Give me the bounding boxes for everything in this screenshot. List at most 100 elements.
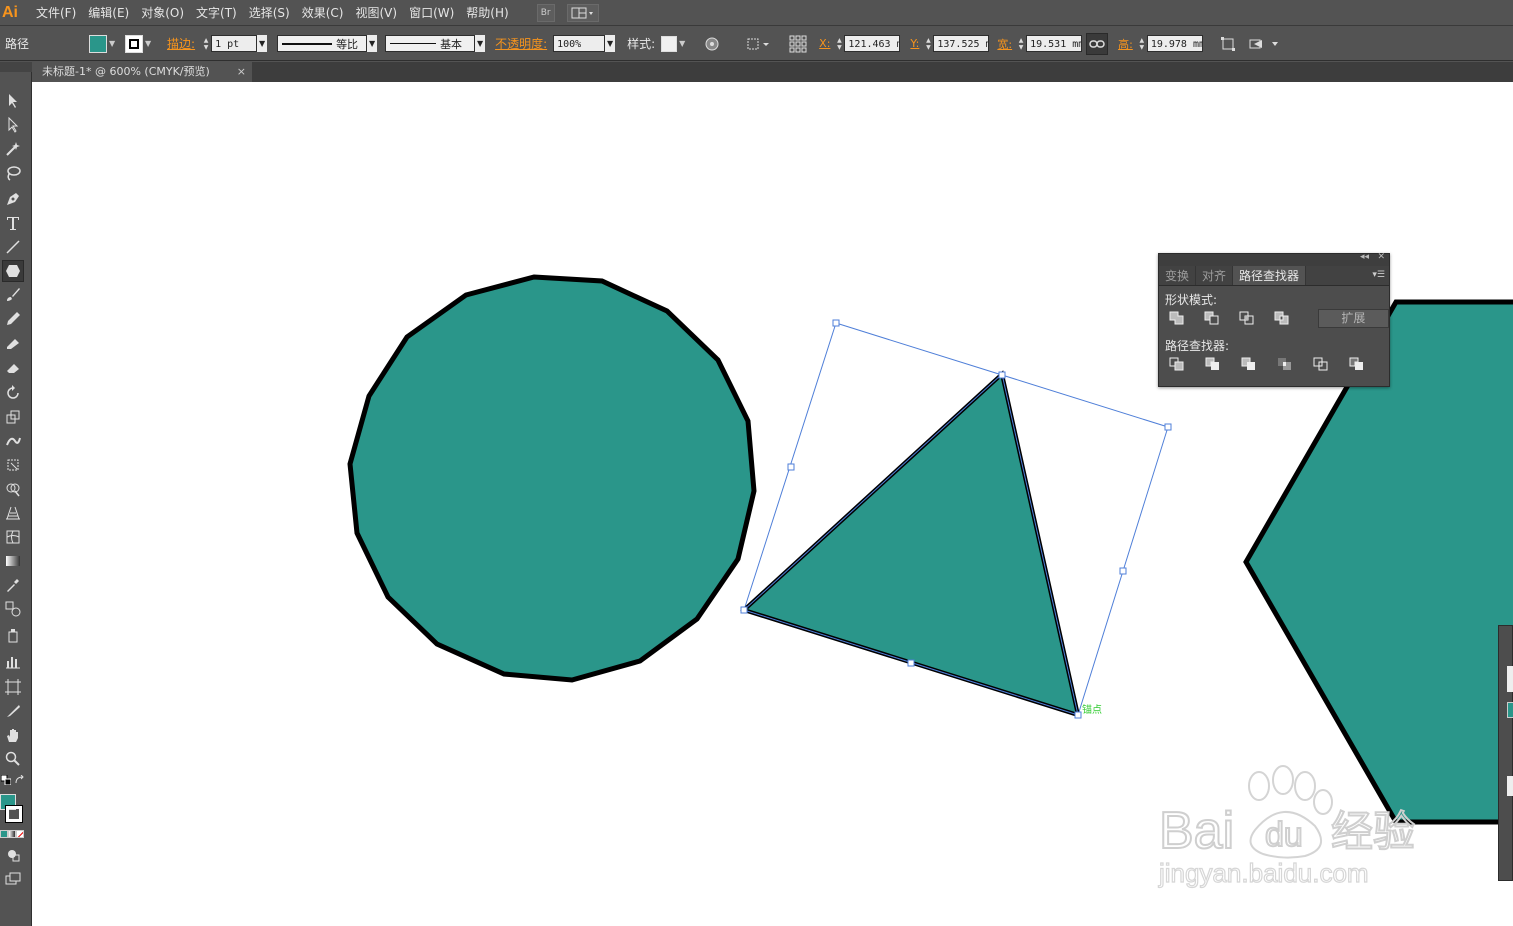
close-tab-icon[interactable]: ×: [237, 62, 246, 82]
collapsed-side-panel[interactable]: [1498, 625, 1513, 881]
intersect-button[interactable]: [1237, 309, 1256, 327]
scale-tool[interactable]: [2, 406, 24, 428]
hand-tool[interactable]: [2, 724, 24, 746]
menu-effect[interactable]: 效果(C): [296, 0, 350, 26]
eyedropper-tool[interactable]: [2, 574, 24, 596]
close-panel-icon[interactable]: ✕: [1377, 252, 1385, 262]
handle-mid-right[interactable]: [1119, 567, 1127, 575]
document-tab[interactable]: 未标题-1* @ 600% (CMYK/预览) ×: [32, 62, 252, 82]
pencil-tool[interactable]: [2, 308, 24, 330]
bridge-button[interactable]: Br: [536, 3, 555, 22]
color-mode-buttons[interactable]: [0, 830, 24, 840]
stroke-swatch[interactable]: [125, 34, 144, 53]
menu-help[interactable]: 帮助(H): [460, 0, 514, 26]
handle-mid-left[interactable]: [787, 463, 795, 471]
width-stepper[interactable]: ▲ ▼: [1016, 35, 1026, 53]
panel-title-bar[interactable]: ◂◂ ✕: [1159, 252, 1389, 266]
direct-selection-tool[interactable]: [2, 114, 24, 136]
unite-button[interactable]: [1167, 309, 1186, 327]
graphic-style-swatch[interactable]: [661, 35, 678, 52]
y-field[interactable]: 137.525 m: [933, 35, 990, 52]
align-to-button[interactable]: [745, 33, 773, 55]
eraser-tool[interactable]: [2, 356, 24, 378]
stroke-weight-dropdown-icon[interactable]: ▼: [257, 35, 268, 52]
height-stepper[interactable]: ▲ ▼: [1137, 35, 1147, 53]
variable-width-profile[interactable]: 等比: [277, 35, 368, 52]
column-graph-tool[interactable]: [2, 650, 24, 672]
opacity-label[interactable]: 不透明度:: [495, 35, 547, 52]
artboard-tool[interactable]: [2, 676, 24, 698]
handle-top-left[interactable]: [832, 319, 840, 327]
blob-brush-tool[interactable]: [2, 332, 24, 354]
style-dropdown-icon[interactable]: ▼: [677, 39, 687, 48]
side-panel-field[interactable]: [1507, 666, 1513, 692]
recolor-artwork-button[interactable]: [701, 33, 723, 55]
menu-file[interactable]: 文件(F): [30, 0, 82, 26]
x-field[interactable]: 121.463 m: [844, 35, 901, 52]
side-panel-field-2[interactable]: [1507, 776, 1513, 796]
perspective-grid-tool[interactable]: [2, 502, 24, 524]
opacity-field[interactable]: 100%: [553, 35, 606, 52]
rotate-tool[interactable]: [2, 382, 24, 404]
mesh-tool[interactable]: [2, 526, 24, 548]
tab-align[interactable]: 对齐: [1196, 266, 1234, 285]
minus-front-button[interactable]: [1202, 309, 1221, 327]
brush-definition[interactable]: 基本: [385, 35, 476, 52]
menu-type[interactable]: 文字(T): [190, 0, 243, 26]
handle-top-mid[interactable]: [998, 371, 1006, 379]
warp-tool[interactable]: [2, 430, 24, 452]
constrain-proportions-button[interactable]: [1086, 32, 1109, 55]
polygon-shape-16-sides[interactable]: [347, 274, 757, 683]
expand-button[interactable]: 扩展: [1317, 308, 1389, 328]
stroke-weight-field[interactable]: 1 pt: [211, 35, 258, 52]
transform-button[interactable]: [1217, 33, 1239, 55]
opacity-dropdown-icon[interactable]: ▼: [605, 35, 616, 52]
menu-select[interactable]: 选择(S): [243, 0, 296, 26]
polygon-tool[interactable]: [2, 260, 24, 282]
y-label[interactable]: Y:: [910, 37, 919, 50]
stroke-label[interactable]: 描边:: [167, 35, 195, 52]
trim-button[interactable]: [1203, 355, 1223, 373]
height-label[interactable]: 高:: [1118, 36, 1133, 52]
fill-dropdown-arrow-icon[interactable]: ▼: [107, 39, 117, 48]
toolbar-grip[interactable]: [0, 62, 32, 72]
merge-button[interactable]: [1239, 355, 1259, 373]
handle-bottom-mid[interactable]: [907, 659, 915, 667]
exclude-button[interactable]: [1273, 309, 1292, 327]
slice-tool[interactable]: [2, 700, 24, 722]
shape-builder-tool[interactable]: [2, 478, 24, 500]
tab-transform[interactable]: 变换: [1159, 266, 1197, 285]
collapse-panel-icon[interactable]: ◂◂: [1360, 252, 1369, 262]
x-label[interactable]: X:: [819, 37, 830, 50]
type-tool[interactable]: [2, 212, 24, 234]
width-label[interactable]: 宽:: [997, 36, 1012, 52]
handle-bottom-right[interactable]: [1074, 711, 1082, 719]
isolate-selected-button[interactable]: [1247, 33, 1281, 55]
side-panel-swatch[interactable]: [1507, 702, 1513, 718]
swap-colors-button[interactable]: [14, 774, 26, 786]
menu-view[interactable]: 视图(V): [349, 0, 403, 26]
stroke-dropdown-arrow-icon[interactable]: ▼: [143, 39, 153, 48]
gradient-tool[interactable]: [2, 550, 24, 572]
divide-button[interactable]: [1167, 355, 1187, 373]
menu-edit[interactable]: 编辑(E): [82, 0, 135, 26]
default-colors-button[interactable]: [0, 774, 12, 786]
crop-button[interactable]: [1275, 355, 1295, 373]
pen-tool[interactable]: [2, 188, 24, 210]
stroke-color-box[interactable]: [5, 805, 23, 823]
free-transform-tool[interactable]: [2, 454, 24, 476]
outline-button[interactable]: [1311, 355, 1331, 373]
selection-tool[interactable]: [2, 90, 24, 112]
y-stepper[interactable]: ▲ ▼: [923, 35, 933, 53]
fill-swatch[interactable]: [89, 34, 108, 53]
handle-bottom-left[interactable]: [740, 606, 748, 614]
handle-top-right[interactable]: [1164, 423, 1172, 431]
menu-object[interactable]: 对象(O): [135, 0, 190, 26]
menu-window[interactable]: 窗口(W): [403, 0, 460, 26]
zoom-tool[interactable]: [2, 748, 24, 770]
symbol-sprayer-tool[interactable]: [2, 624, 24, 646]
blend-tool[interactable]: [2, 598, 24, 620]
magic-wand-tool[interactable]: [2, 138, 24, 160]
x-stepper[interactable]: ▲ ▼: [834, 35, 844, 53]
width-field[interactable]: 19.531 mm: [1026, 35, 1083, 52]
